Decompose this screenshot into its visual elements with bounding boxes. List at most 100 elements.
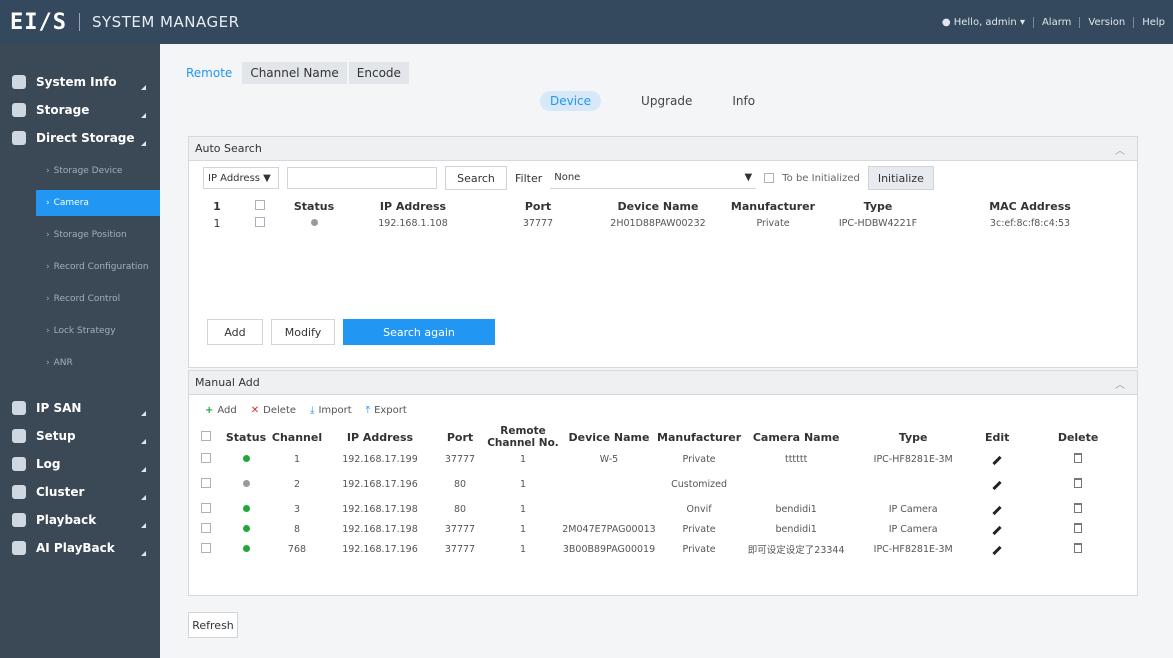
user-menu[interactable]: ● Hello, admin ▾ [934, 17, 1033, 28]
nav-direct-storage[interactable]: Direct Storage [0, 124, 160, 152]
nav-ip-san[interactable]: IP SAN [0, 394, 160, 422]
search-bar: IP Address ▼ Search Filter None ▼ To be I… [189, 161, 1137, 195]
table-row[interactable]: 8 192.168.17.198 37777 1 2M047E7PAG00013… [189, 519, 1137, 539]
trash-icon[interactable] [1074, 542, 1083, 553]
alarm-link[interactable]: Alarm [1032, 16, 1079, 28]
select-all-checkbox[interactable] [201, 430, 211, 441]
row-checkbox[interactable] [201, 477, 211, 488]
search-button[interactable]: Search [445, 166, 507, 190]
version-link[interactable]: Version [1079, 16, 1133, 28]
row-checkbox[interactable] [201, 522, 211, 533]
toolbar-label: Import [318, 404, 352, 416]
device-name-cell [561, 499, 657, 519]
port-cell: 37777 [522, 217, 554, 229]
add-button[interactable]: Add [207, 319, 263, 345]
status-cell [223, 449, 269, 469]
nav-cluster[interactable]: Cluster [0, 478, 160, 506]
collapse-icon[interactable]: ︿ [1115, 142, 1125, 157]
auto-search-table: 1 Status IP Address Port Device Name Man… [189, 197, 1137, 231]
nav-playback[interactable]: Playback [0, 506, 160, 534]
collapse-icon[interactable]: ︿ [1115, 376, 1125, 391]
table-row[interactable]: 3 192.168.17.198 80 1 Onvif bendidi1 IP … [189, 499, 1137, 519]
sub-storage-position[interactable]: Storage Position [0, 222, 160, 248]
row-checkbox[interactable] [201, 502, 211, 513]
tab-device[interactable]: Device [540, 91, 602, 111]
status-dot-icon [310, 218, 318, 226]
pencil-icon[interactable] [992, 480, 1002, 490]
trash-icon[interactable] [1074, 452, 1083, 463]
select-all-checkbox[interactable] [255, 199, 265, 210]
table-row[interactable]: 1 192.168.1.108 37777 2H01D88PAW00232 Pr… [189, 215, 1137, 231]
server-icon [12, 401, 26, 415]
user-greeting: Hello, admin [953, 16, 1017, 28]
sub-storage-device[interactable]: Storage Device [0, 158, 160, 184]
nav-ai-playback[interactable]: AI PlayBack [0, 534, 160, 562]
panel-title: Auto Search [195, 142, 262, 155]
tab-info[interactable]: Info [732, 94, 755, 108]
filter-select[interactable]: None ▼ [550, 167, 757, 189]
table-row[interactable]: 1 192.168.17.199 37777 1 W-5 Private ttt… [189, 449, 1137, 469]
status-online-icon [242, 504, 250, 512]
manufacturer-cell: Private [682, 453, 716, 465]
tab-channel-name[interactable]: Channel Name [242, 62, 347, 84]
nav-storage[interactable]: Storage [0, 96, 160, 124]
nav-label: Log [36, 457, 61, 471]
tab-upgrade[interactable]: Upgrade [641, 94, 692, 108]
status-cell [223, 499, 269, 519]
device-name-cell: 3B00B89PAG00019 [562, 543, 656, 555]
tab-encode[interactable]: Encode [348, 62, 409, 84]
nav-setup[interactable]: Setup [0, 422, 160, 450]
trash-icon[interactable] [1074, 502, 1083, 513]
manual-delete-button[interactable]: ✕ Delete [251, 405, 296, 416]
help-link[interactable]: Help [1133, 16, 1173, 28]
main-content: Remote Channel Name Encode Device Upgrad… [160, 44, 1173, 658]
table-row[interactable]: 2 192.168.17.196 80 1 Customized [189, 469, 1137, 499]
refresh-button[interactable]: Refresh [188, 612, 238, 638]
status-cell [223, 469, 269, 499]
pencil-icon[interactable] [992, 455, 1002, 465]
nav-log[interactable]: Log [0, 450, 160, 478]
caret-icon [141, 495, 146, 500]
col-select [189, 425, 223, 449]
cluster-icon [12, 485, 26, 499]
sub-anr[interactable]: ANR [0, 350, 160, 376]
nav-label: Direct Storage [36, 131, 135, 145]
sub-camera[interactable]: Camera [36, 190, 160, 216]
tab-remote[interactable]: Remote [178, 62, 240, 84]
nav-label: Storage [36, 103, 90, 117]
delete-cell [1019, 539, 1137, 559]
modify-button[interactable]: Modify [271, 319, 335, 345]
nav-label: IP SAN [36, 401, 82, 415]
nav-system-info[interactable]: System Info [0, 68, 160, 96]
sub-record-control[interactable]: Record Control [0, 286, 160, 312]
search-input[interactable] [287, 167, 437, 189]
row-checkbox[interactable] [201, 542, 211, 553]
manual-export-button[interactable]: ⤒ Export [366, 405, 407, 416]
manual-import-button[interactable]: ⤓ Import [310, 405, 352, 416]
search-again-button[interactable]: Search again [343, 319, 495, 345]
row-checkbox[interactable] [201, 452, 211, 463]
manual-add-button[interactable]: + Add [205, 405, 237, 416]
pencil-icon[interactable] [992, 545, 1002, 555]
trash-icon[interactable] [1074, 477, 1083, 488]
row-checkbox[interactable] [255, 216, 265, 227]
sub-lock-strategy[interactable]: Lock Strategy [0, 318, 160, 344]
manual-add-toolbar: + Add ✕ Delete ⤓ Import ⤒ Export [189, 395, 1137, 425]
trash-icon[interactable] [1074, 522, 1083, 533]
sub-record-configuration[interactable]: Record Configuration [0, 254, 160, 280]
nav-label: System Info [36, 75, 117, 89]
pencil-icon[interactable] [992, 505, 1002, 515]
filter-label: Filter [515, 171, 543, 185]
pencil-icon[interactable] [992, 525, 1002, 535]
search-type-select[interactable]: IP Address ▼ [203, 167, 279, 189]
col-status: Status [225, 430, 267, 444]
row-checkbox-cell [189, 449, 223, 469]
edit-cell [975, 519, 1019, 539]
auto-search-actions: Add Modify Search again [207, 319, 495, 345]
col-index: 1 [213, 199, 221, 213]
to-be-initialized-checkbox[interactable] [764, 173, 775, 183]
table-row[interactable]: 768 192.168.17.196 37777 1 3B00B89PAG000… [189, 539, 1137, 559]
manual-add-header: Manual Add ︿ [189, 371, 1137, 395]
auto-search-panel: Auto Search ︿ IP Address ▼ Search Filter… [188, 136, 1138, 368]
initialize-button[interactable]: Initialize [867, 166, 934, 190]
